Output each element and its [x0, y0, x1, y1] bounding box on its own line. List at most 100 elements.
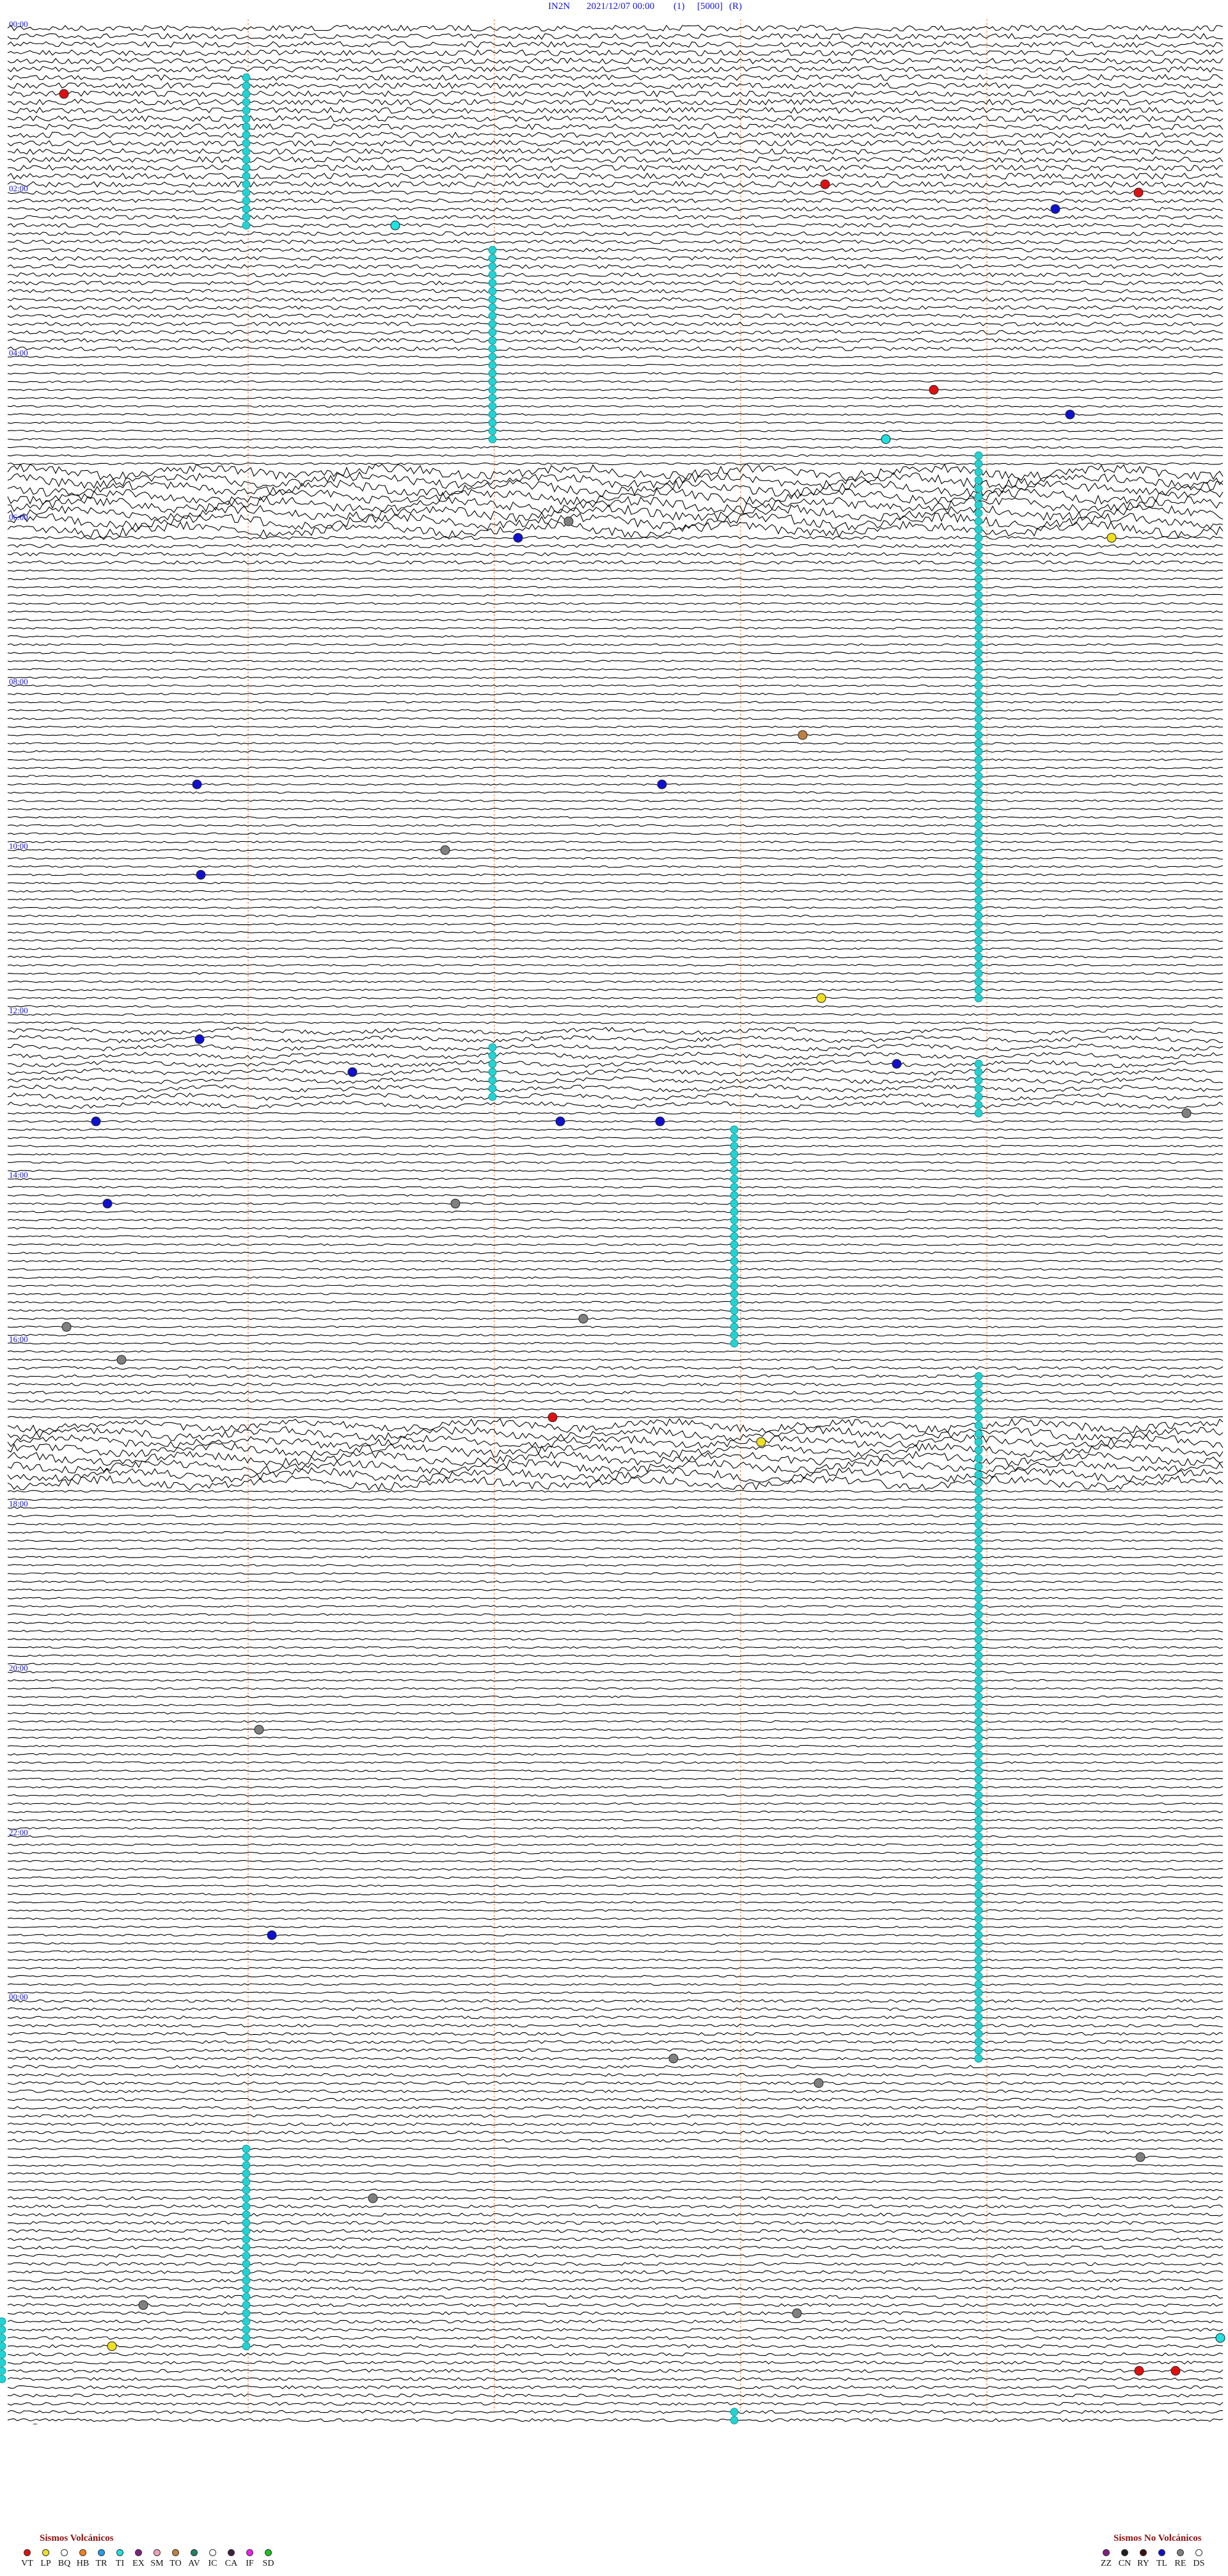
- event-bar-dot: [974, 1512, 983, 1521]
- trace-line: [7, 24, 1224, 32]
- event-bar-dot: [974, 1815, 983, 1824]
- trace-line: [7, 824, 1224, 827]
- trace-line: [7, 1934, 1224, 1937]
- trace-line: [7, 717, 1224, 720]
- legend-dot-icon: [265, 2549, 272, 2556]
- trace-line: [7, 1498, 1224, 1501]
- legend-item-cn: CN: [1115, 2549, 1134, 2569]
- event-bar-dot: [730, 1265, 739, 1274]
- event-bar-dot: [242, 2177, 251, 2186]
- event-bar-dot: [488, 427, 497, 436]
- event-bar-dot: [242, 2161, 251, 2170]
- legend-label: TR: [95, 2559, 107, 2568]
- trace-line: [7, 2418, 1224, 2422]
- legend-item-ic: IC: [203, 2549, 222, 2569]
- event-bar-dot: [242, 73, 251, 82]
- event-bar-dot: [974, 1939, 983, 1948]
- event-bar-dot: [488, 435, 497, 443]
- event-bar-dot: [730, 1224, 739, 1233]
- event-bar-dot: [488, 278, 497, 287]
- event-marker: [555, 1116, 565, 1126]
- event-bar-dot: [242, 114, 251, 123]
- event-bar-dot: [974, 1824, 983, 1833]
- event-bar-dot: [974, 681, 983, 690]
- event-bar-dot: [974, 1413, 983, 1422]
- legend-label: IC: [208, 2559, 217, 2568]
- trace-line: [7, 33, 1223, 40]
- trace-line: [7, 2303, 1224, 2307]
- event-bar-dot: [974, 1651, 983, 1660]
- event-bar-dot: [242, 147, 251, 156]
- event-bar-dot: [974, 1725, 983, 1734]
- trace-line: [7, 1035, 1224, 1043]
- legend-dot-icon: [1121, 2549, 1128, 2556]
- trace-line: [7, 2007, 1224, 2011]
- event-bar-dot: [974, 2021, 983, 2030]
- trace-line: [7, 1325, 1224, 1329]
- trace-line: [7, 619, 1224, 622]
- trace-line: [7, 668, 1224, 671]
- event-bar-dot: [974, 665, 983, 674]
- event-bar-dot: [974, 788, 983, 797]
- trace-line: [7, 610, 1224, 613]
- trace-line: [7, 2114, 1224, 2118]
- trace-line: [7, 857, 1224, 860]
- event-marker: [59, 89, 69, 99]
- event-bar-dot: [974, 1693, 983, 1701]
- event-bar-dot: [974, 1068, 983, 1077]
- trace-line: [7, 2180, 1224, 2183]
- hour-label: 06:00: [9, 512, 28, 522]
- event-bar-dot: [974, 1059, 983, 1068]
- trace-line: [7, 41, 1224, 48]
- event-bar-dot: [974, 912, 983, 921]
- trace-line: [7, 1260, 1224, 1263]
- trace-line: [8, 816, 1224, 819]
- event-marker: [578, 1313, 588, 1324]
- trace-line: [7, 1950, 1224, 1953]
- event-bar-dot: [488, 1059, 497, 1068]
- event-marker: [756, 1437, 766, 1447]
- event-bar-dot: [974, 1988, 983, 1997]
- event-bar-dot: [242, 2334, 251, 2343]
- event-bar-dot: [974, 493, 983, 501]
- trace-line: [7, 2204, 1224, 2209]
- trace-line: [7, 2164, 1224, 2167]
- event-bar-dot: [730, 1134, 739, 1142]
- event-bar-dot: [242, 2202, 251, 2211]
- minute-markers: [248, 19, 988, 2412]
- event-bar-dot: [242, 139, 251, 148]
- event-bar-dot: [242, 90, 251, 99]
- event-bar-dot: [730, 2415, 739, 2424]
- event-bar-dot: [488, 262, 497, 271]
- trace-line: [7, 2064, 1224, 2069]
- trace-line: [7, 2048, 1224, 2052]
- legend-label: VT: [21, 2559, 33, 2568]
- event-bar-dot: [974, 2046, 983, 2055]
- trace-line: [7, 651, 1224, 654]
- trace-line: [7, 849, 1224, 851]
- event-bar-dot: [974, 2054, 983, 2063]
- trace-line: [7, 2081, 1224, 2085]
- trace-line: [7, 939, 1224, 942]
- trace-line: [7, 248, 1224, 253]
- legend-label: BQ: [58, 2559, 71, 2568]
- event-bar-dot: [974, 1076, 983, 1085]
- event-bar-dot: [974, 591, 983, 600]
- event-bar-dot: [974, 657, 983, 665]
- event-bar-dot: [242, 2251, 251, 2260]
- event-bar-dot: [974, 451, 983, 460]
- legend-dot-icon: [42, 2549, 49, 2556]
- trace-line: [7, 1695, 1224, 1698]
- hour-label: 04:00: [9, 348, 28, 358]
- trace-line: [7, 535, 1224, 540]
- event-bar-dot: [974, 1758, 983, 1767]
- trace-line: [7, 1605, 1224, 1608]
- trace-line: [7, 1506, 1224, 1510]
- trace-line: [7, 1547, 1223, 1551]
- trace-line: [7, 355, 1224, 358]
- trace-line: [7, 438, 1224, 441]
- trace-line: [7, 1051, 1224, 1060]
- event-marker: [657, 779, 667, 789]
- event-bar-dot: [974, 739, 983, 748]
- event-bar-dot: [488, 320, 497, 329]
